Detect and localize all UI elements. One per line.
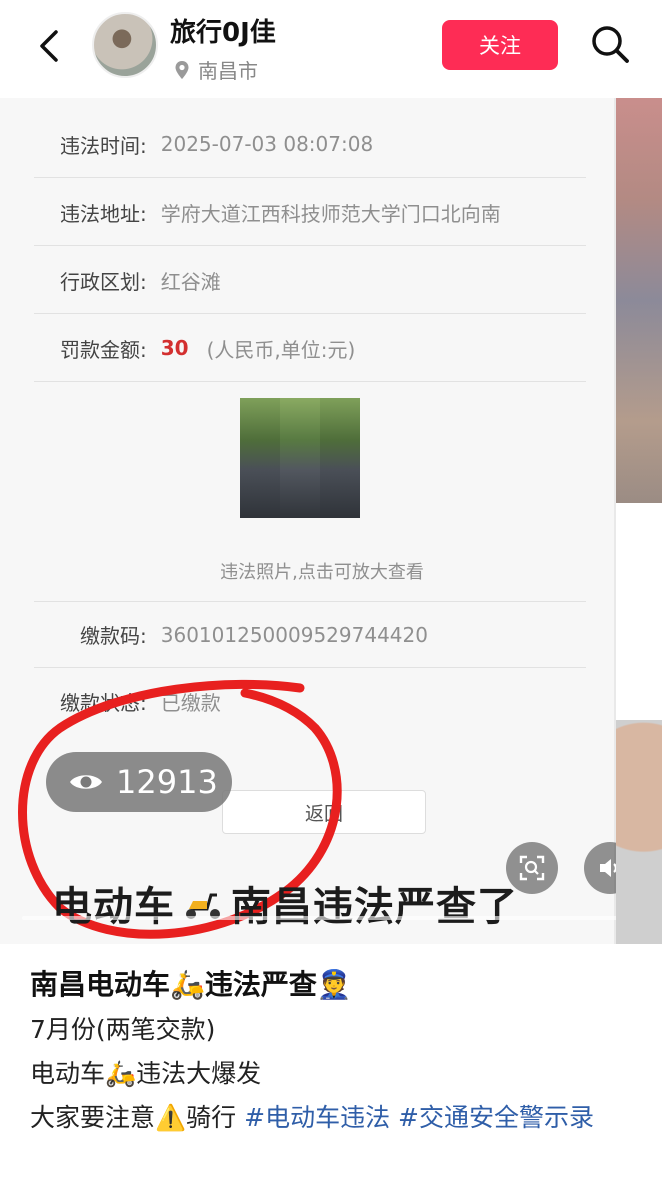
label: 违法地址: (60, 201, 147, 226)
photo-thumb (240, 398, 280, 518)
post-caption: 南昌电动车🛵违法严查👮 7月份(两笔交款) 电动车🛵违法大爆发 大家要注意⚠️骑… (30, 962, 640, 1140)
label: 罚款金额: (60, 337, 147, 362)
caption-text: 电动车 (30, 1059, 106, 1088)
view-count: 12913 (116, 763, 218, 801)
violation-record-card: 违法时间: 2025-07-03 08:07:08 违法地址: 学府大道江西科技… (0, 98, 614, 944)
scan-button[interactable] (506, 842, 558, 894)
video-overlay-text: 电动车 南昌违法严查了 (52, 874, 518, 932)
scooter-emoji-icon: 🛵 (105, 1059, 137, 1088)
return-button[interactable]: 返回 (222, 790, 426, 834)
value: 已缴款 (160, 691, 221, 715)
row-district: 行政区划: 红谷滩 (34, 247, 586, 314)
photo-thumb (280, 398, 320, 518)
search-icon[interactable] (588, 22, 632, 66)
location: 南昌市 (174, 55, 258, 84)
caption-text: 大家要注意 (30, 1103, 156, 1132)
caption-line-3: 大家要注意⚠️骑行 #电动车违法 #交通安全警示录 (30, 1096, 640, 1140)
label: 违法时间: (60, 133, 147, 158)
top-bar: 旅行0J佳 南昌市 关注 (0, 0, 662, 98)
back-arrow-icon[interactable] (30, 26, 70, 66)
police-emoji-icon: 👮 (316, 968, 352, 1001)
row-violation-address: 违法地址: 学府大道江西科技师范大学门口北向南 (34, 179, 586, 246)
location-label: 南昌市 (198, 59, 258, 83)
label: 缴款码: (80, 624, 147, 648)
row-payment-status: 缴款状态: 已缴款 (34, 668, 586, 735)
post-title: 南昌电动车🛵违法严查👮 (30, 962, 640, 1008)
label: 缴款状态: (60, 691, 147, 715)
fine-unit: (人民币,单位:元) (206, 337, 356, 362)
value: 红谷滩 (160, 269, 221, 294)
value: 2025-07-03 08:07:08 (160, 132, 374, 156)
caption-line-1: 7月份(两笔交款) (30, 1015, 216, 1044)
caption-text: 违法大爆发 (136, 1059, 262, 1088)
username[interactable]: 旅行0J佳 (170, 12, 276, 49)
preview-image (616, 720, 662, 944)
overlay-text-part1: 电动车 (52, 884, 175, 930)
scan-icon (519, 855, 545, 881)
hashtag-link[interactable]: #电动车违法 (244, 1103, 390, 1132)
avatar[interactable] (92, 12, 158, 78)
value: 学府大道江西科技师范大学门口北向南 (160, 201, 501, 226)
photo-caption: 违法照片,点击可放大查看 (220, 562, 424, 583)
location-pin-icon (175, 60, 189, 79)
video-media[interactable]: 违法时间: 2025-07-03 08:07:08 违法地址: 学府大道江西科技… (0, 98, 662, 944)
caption-line-2: 电动车🛵违法大爆发 (30, 1052, 640, 1096)
row-fine-amount: 罚款金额: 30 (人民币,单位:元) (34, 315, 586, 382)
title-text: 违法严查 (204, 968, 317, 1001)
value: 360101250009529744420 (160, 622, 428, 647)
view-count-badge: 12913 (46, 752, 232, 812)
overlay-text-part2: 南昌违法严查了 (231, 884, 518, 930)
next-posts-preview[interactable] (616, 98, 662, 944)
caption-text: 骑行 (186, 1103, 237, 1132)
violation-photo[interactable] (240, 398, 360, 518)
follow-button[interactable]: 关注 (442, 20, 558, 70)
preview-image (616, 98, 662, 503)
label: 行政区划: (60, 269, 147, 294)
eye-icon (70, 775, 102, 789)
photo-thumb (320, 398, 360, 518)
video-progress-bar[interactable] (22, 916, 640, 920)
row-violation-time: 违法时间: 2025-07-03 08:07:08 (34, 111, 586, 178)
title-text: 南昌电动车 (30, 968, 171, 1001)
fine-value: 30 (160, 336, 189, 360)
warning-emoji-icon: ⚠️ (155, 1103, 187, 1132)
scooter-emoji-icon: 🛵 (170, 968, 205, 1001)
preview-card (616, 528, 662, 698)
row-payment-code: 缴款码: 360101250009529744420 (34, 601, 586, 668)
hashtag-link[interactable]: #交通安全警示录 (398, 1103, 594, 1132)
